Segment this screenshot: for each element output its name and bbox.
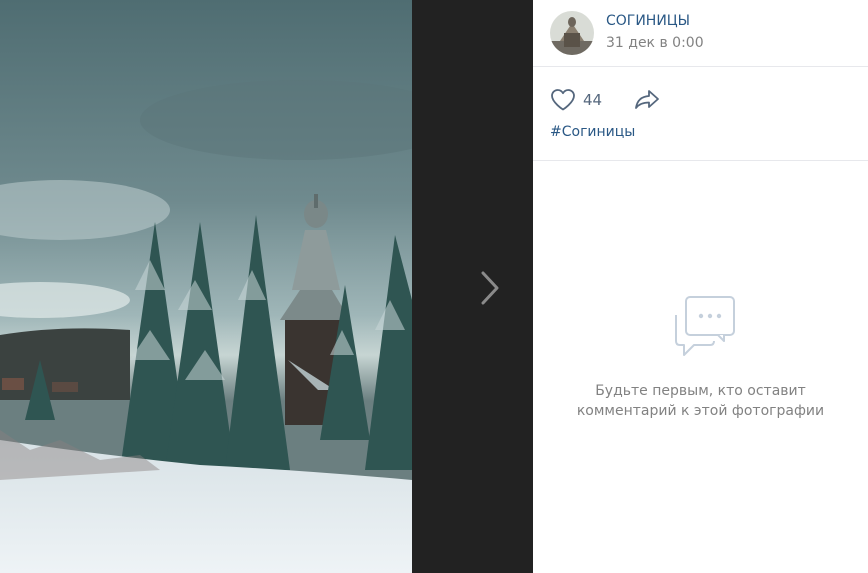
hashtag-link[interactable]: #Согиницы — [550, 124, 635, 140]
author-name[interactable]: СОГИНИЦЫ — [606, 13, 690, 29]
share-arrow-icon — [635, 90, 659, 109]
like-count[interactable]: 44 — [583, 91, 602, 109]
divider — [533, 160, 868, 161]
empty-text-line-1: Будьте первым, кто оставит — [595, 383, 806, 399]
photo-image — [0, 0, 412, 573]
chevron-right-icon — [481, 271, 499, 305]
heart-icon — [551, 89, 575, 111]
photo-viewer — [0, 0, 533, 573]
like-button[interactable] — [550, 88, 576, 112]
speech-bubble-icon — [674, 296, 735, 356]
photo[interactable] — [0, 0, 412, 573]
post-header: СОГИНИЦЫ 31 дек в 0:00 — [533, 0, 868, 67]
avatar-image — [550, 11, 594, 55]
post-date[interactable]: 31 дек в 0:00 — [606, 35, 704, 51]
comments-empty-text: Будьте первым, кто оставит комментарий к… — [533, 381, 868, 421]
next-photo-button[interactable] — [468, 258, 512, 318]
comments-empty-state: Будьте первым, кто оставит комментарий к… — [533, 295, 868, 421]
photo-sidebar: СОГИНИЦЫ 31 дек в 0:00 44 #Согиницы Будь… — [533, 0, 868, 573]
avatar[interactable] — [550, 11, 594, 55]
share-button[interactable] — [633, 88, 661, 112]
empty-text-line-2: комментарий к этой фотографии — [576, 403, 825, 419]
